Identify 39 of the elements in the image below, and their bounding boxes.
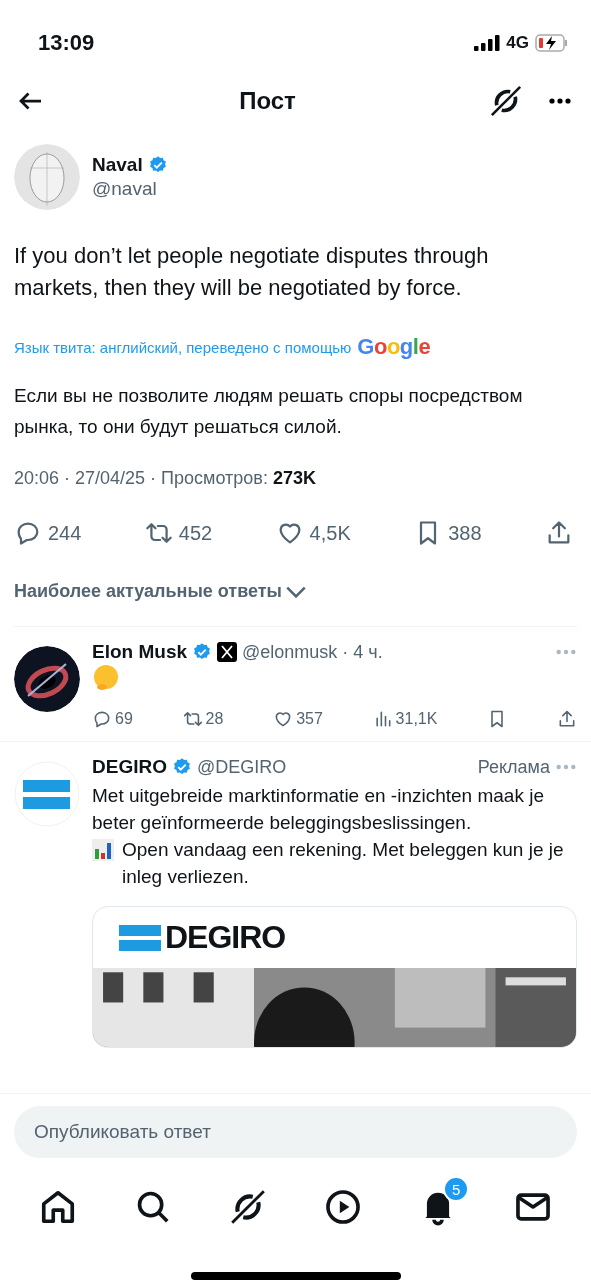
like-button[interactable]: 4,5K [275,519,351,547]
ad-text: Open vandaag een rekening. Met beleggen kun je je inleg verliezen. [122,838,565,889]
translated-text: Если вы не позволите людям решать споры посредством рынка, то они будут решаться силой. [14,384,524,439]
signal-icon [474,35,501,51]
network-label: 4G [506,33,529,53]
author-handle[interactable]: @naval [92,178,168,200]
views-button[interactable]: 31,1K [372,709,438,729]
author-name[interactable]: Naval [92,154,143,176]
reply-icon[interactable] [92,709,112,729]
reply-field[interactable]: Опубликовать ответ [14,1106,577,1158]
bar-chart-icon [92,839,114,861]
card-brand: DEGIRO [165,919,286,956]
page-title: Пост [239,87,296,115]
like-button[interactable]: 357 [273,709,323,729]
avatar[interactable] [14,646,80,712]
reply-author-handle[interactable]: @elonmusk [242,641,338,663]
post-text: If you don’t let people negotiate disputes through markets, then they will be negotiated by force. [14,242,490,302]
repost-icon[interactable] [182,709,203,729]
notification-badge: 5 [443,1176,470,1202]
reply-button[interactable]: 69 [92,709,133,729]
battery-icon [535,34,569,52]
reply-author-handle[interactable]: @DEGIRO [196,756,287,778]
reply-author-name[interactable]: Elon Musk [92,641,187,663]
ad-label: Реклама [477,756,550,778]
slashed-circle-icon[interactable] [228,1188,267,1226]
post-meta: 20:06 · 27/04/25 · Просмотров: 273K [14,468,317,489]
status-time: 13:09 [38,30,95,56]
reply-button[interactable]: 244 [14,519,82,547]
repost-button[interactable]: 28 [182,709,224,729]
play-icon[interactable] [324,1188,363,1226]
repost-button[interactable]: 452 [144,519,213,547]
google-logo: Google [357,334,431,360]
bookmark-button[interactable]: 388 [414,519,482,547]
translation-note: Язык твита: английский, переведено с помощью [14,338,352,356]
reply-author-name[interactable]: DEGIRO [92,756,167,778]
sort-dropdown[interactable]: Наиболее актуальные ответы [14,581,306,602]
chevron-down-icon [285,585,306,598]
reply-time: · 4 ч. [342,641,383,663]
ad-text: Met uitgebreide marktinformatie en -inzichten maak je beter geïnformeerde beleggingsbeslissingen. [92,784,545,835]
